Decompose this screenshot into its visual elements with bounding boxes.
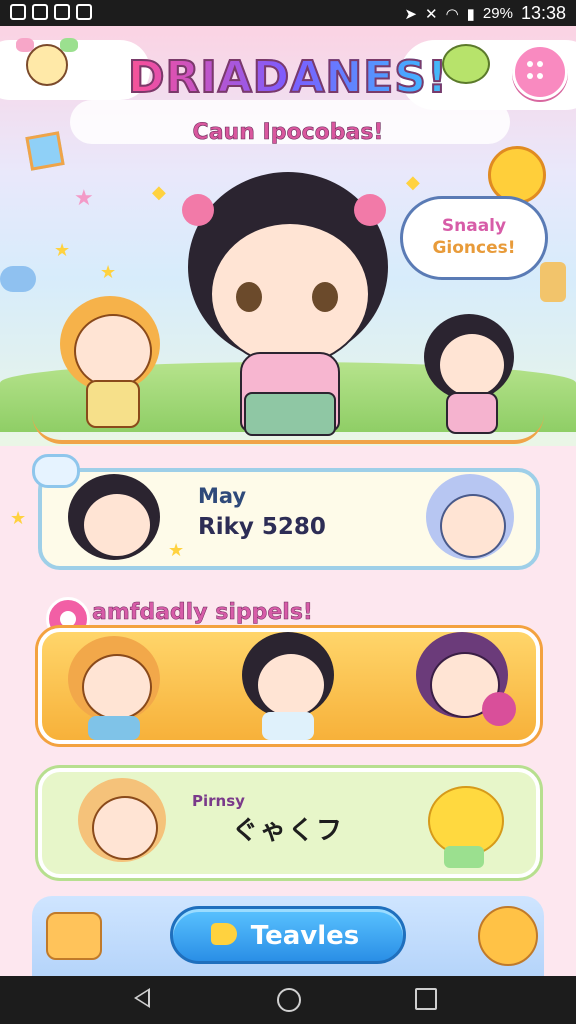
star-icon: ◆ [152,182,166,203]
blonde-character [56,296,164,430]
signpost-right [540,262,566,302]
player-score: Riky 5280 [198,514,326,540]
location-icon: ➤ [404,5,417,23]
friend-detail-label: Pirnsy [192,792,245,810]
player-name: May [198,484,247,508]
friend-detail-avatar [74,778,170,874]
frame-icon [25,131,65,171]
cat-mascot-left [46,908,102,964]
speech-line-2: Gionces! [432,238,516,258]
friend-avatar-2 [238,632,338,742]
signal-icon: ▮ [466,5,475,23]
game-controller-icon [54,4,70,20]
play-icon [211,923,237,945]
clock: 13:38 [520,3,566,23]
mute-icon: ✕ [424,5,438,23]
main-character [178,172,398,436]
speech-bubble: Snaaly Gionces! [400,196,548,280]
player-avatar-left [64,472,164,568]
recent-apps-icon[interactable] [415,988,437,1010]
bear-mascot-right [478,906,538,966]
play-button-label: Teavles [250,921,360,951]
back-icon-inner [137,991,148,1005]
friends-section-label: amfdadly sippels! [92,600,313,626]
friend-detail-name: ぐゃくフ [232,816,345,846]
wifi-icon: ◠ [445,5,459,23]
star-icon: ★ [168,540,185,561]
friend-avatar-1 [64,636,164,742]
star-icon: ◆ [406,172,420,193]
menu-button[interactable] [512,44,568,100]
friend-avatar-3 [412,632,518,742]
star-icon: ★ [54,240,71,261]
bear-mascot [428,786,504,870]
cloud-signpost [0,266,36,292]
status-bar: ➤ ✕ ◠ ▮ 29% 13:38 [0,0,576,26]
player-avatar-right [422,474,518,568]
home-icon[interactable] [277,988,301,1012]
speech-line-1: Snaaly [441,216,507,236]
star-icon: ★ [74,186,94,211]
message-icon [32,4,48,20]
notification-icon [10,4,26,20]
game-title: DRIADANES! [0,51,576,104]
battery-level: 29% [482,5,513,22]
game-subtitle: Caun Iросоbas! [192,120,384,146]
black-hair-character [416,314,526,434]
star-icon: ★ [10,508,27,529]
play-button[interactable]: Teavles [170,906,406,964]
app-icon [76,4,92,20]
star-icon: ★ [100,262,117,283]
